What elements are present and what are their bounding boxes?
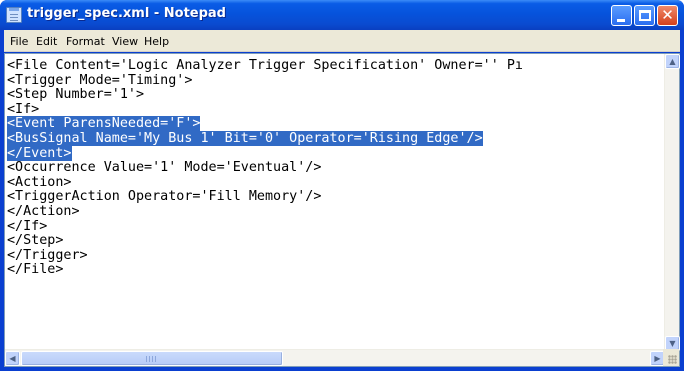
menu-bar: File Edit Format View Help (4, 30, 680, 52)
text-line[interactable]: </Event> (7, 145, 665, 162)
text-line[interactable]: <If> (7, 101, 665, 118)
line-text: <Trigger Mode='Timing'> (7, 72, 193, 88)
scroll-left-button[interactable]: ◀ (5, 351, 20, 366)
text-line[interactable]: </Step> (7, 233, 665, 249)
line-text: </Action> (7, 203, 80, 219)
line-text: <Step Number='1'> (7, 87, 145, 103)
scroll-up-button[interactable]: ▲ (665, 54, 680, 69)
line-text: <Event ParensNeeded='F'> (7, 116, 201, 132)
text-line[interactable]: <File Content='Logic Analyzer Trigger Sp… (7, 58, 665, 74)
menu-view[interactable]: View (112, 35, 138, 48)
chevron-left-icon: ◀ (9, 354, 16, 363)
notepad-icon[interactable] (6, 7, 22, 23)
horizontal-scrollbar[interactable]: ◀ ▶ (5, 349, 665, 366)
maximize-icon (639, 10, 651, 21)
minimize-icon (617, 19, 625, 22)
close-icon: ✕ (661, 6, 674, 24)
line-text: <File Content='Logic Analyzer Trigger Sp… (7, 58, 523, 73)
maximize-button[interactable] (634, 5, 655, 26)
text-line[interactable]: <Step Number='1'> (7, 87, 665, 103)
line-text: <If> (7, 101, 40, 117)
minimize-button[interactable] (611, 5, 632, 26)
text-line[interactable]: </If> (7, 218, 665, 235)
line-text: </Trigger> (7, 247, 88, 263)
text-line[interactable]: <Event ParensNeeded='F'> (7, 116, 665, 132)
line-text: </If> (7, 218, 48, 234)
chevron-up-icon: ▲ (669, 57, 676, 66)
text-line[interactable]: <BusSignal Name='My Bus 1' Bit='0' Opera… (7, 130, 665, 147)
line-text: <TriggerAction Operator='Fill Memory'/> (7, 189, 322, 205)
menu-help[interactable]: Help (144, 35, 169, 48)
window-title: trigger_spec.xml - Notepad (27, 6, 226, 21)
text-line[interactable]: <Occurrence Value='1' Mode='Eventual'/> (7, 160, 665, 176)
text-line[interactable]: </Action> (7, 203, 665, 220)
text-line[interactable]: <Trigger Mode='Timing'> (7, 72, 665, 89)
text-line[interactable]: <Action> (7, 174, 665, 191)
text-line[interactable]: </File> (7, 263, 665, 278)
editor-text-area[interactable]: <File Content='Logic Analyzer Trigger Sp… (5, 54, 665, 349)
line-text: <Occurrence Value='1' Mode='Eventual'/> (7, 160, 322, 176)
resize-grip[interactable] (663, 349, 679, 366)
line-text: </Step> (7, 233, 64, 249)
notepad-window: trigger_spec.xml - Notepad ✕ File Edit F… (0, 0, 684, 371)
title-bar[interactable]: trigger_spec.xml - Notepad ✕ (0, 0, 684, 30)
menu-format[interactable]: Format (66, 35, 105, 48)
line-text: </Event> (7, 145, 72, 161)
grip-icon (146, 356, 158, 362)
horizontal-scroll-thumb[interactable] (21, 351, 283, 366)
line-text: <Action> (7, 174, 72, 190)
text-line[interactable]: <TriggerAction Operator='Fill Memory'/> (7, 190, 665, 205)
line-text: </File> (7, 262, 64, 278)
menu-edit[interactable]: Edit (36, 35, 57, 48)
close-button[interactable]: ✕ (657, 5, 678, 26)
menu-file[interactable]: File (10, 35, 28, 48)
text-editor[interactable]: <File Content='Logic Analyzer Trigger Sp… (4, 53, 680, 367)
vertical-scrollbar[interactable]: ▲ ▼ (664, 54, 680, 351)
line-text: <BusSignal Name='My Bus 1' Bit='0' Opera… (7, 130, 483, 146)
text-line[interactable]: </Trigger> (7, 247, 665, 264)
